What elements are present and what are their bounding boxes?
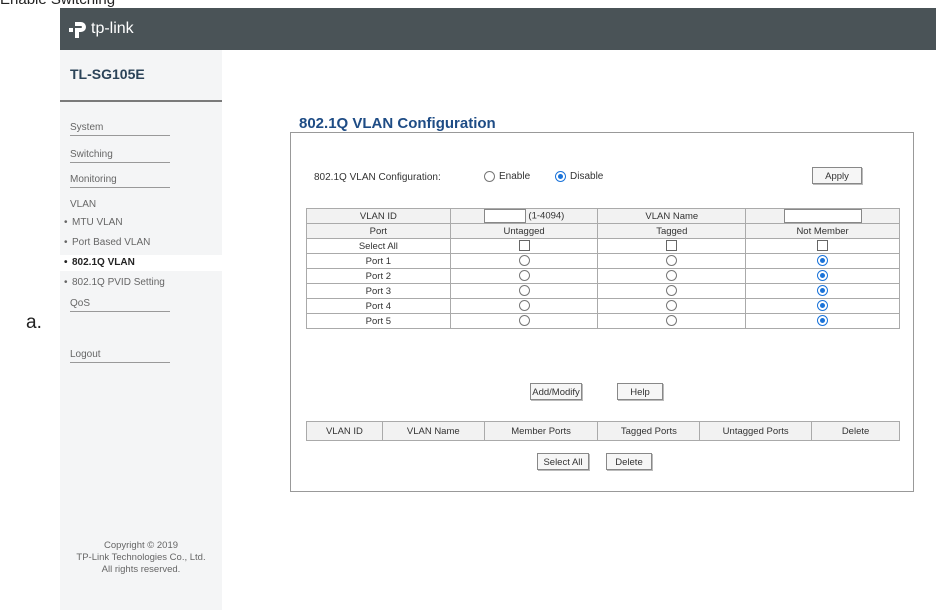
enable-radio[interactable] — [484, 171, 495, 182]
header-not-member: Not Member — [745, 223, 900, 239]
select-all-not-member-checkbox[interactable] — [817, 240, 829, 252]
menu-logout[interactable]: Logout — [70, 349, 170, 363]
copyright-line: All rights reserved. — [101, 564, 181, 575]
summary-header-member-ports: Member Ports — [483, 421, 599, 441]
vlan-port-table: VLAN ID (1-4094) VLAN Name Port Untagged… — [306, 208, 900, 329]
header-tagged: Tagged — [597, 223, 747, 239]
menu-qos[interactable]: QoS — [70, 298, 170, 312]
vlan-name-cell — [745, 208, 900, 224]
submenu-port-based-vlan[interactable]: • Port Based VLAN — [64, 237, 150, 248]
port-name: Port 2 — [306, 268, 451, 284]
submenu-802-1q-pvid-setting[interactable]: • 802.1Q PVID Setting — [64, 277, 165, 288]
vlan-summary-table: VLAN ID VLAN Name Member Ports Tagged Po… — [306, 421, 900, 441]
port5-not-member-radio[interactable] — [817, 315, 829, 327]
enable-label: Enable — [499, 171, 531, 182]
disable-option[interactable]: Disable — [555, 171, 603, 182]
help-button[interactable]: Help — [617, 383, 663, 400]
summary-header-vlan-id: VLAN ID — [306, 421, 383, 441]
menu-system[interactable]: System — [70, 122, 170, 136]
main-panel: 802.1Q VLAN Configuration 802.1Q VLAN Co… — [222, 50, 936, 610]
vlan-id-cell: (1-4094) — [449, 208, 599, 224]
port2-untagged-radio[interactable] — [518, 270, 530, 282]
port5-tagged-radio[interactable] — [666, 315, 678, 327]
summary-header-vlan-name: VLAN Name — [381, 421, 485, 441]
menu-monitoring[interactable]: Monitoring — [70, 174, 170, 188]
header-port: Port — [306, 223, 451, 239]
model-divider — [60, 100, 222, 102]
menu-switching[interactable]: Switching — [70, 149, 170, 163]
tp-link-logo-icon — [69, 22, 86, 38]
port-row: Port 5 — [306, 313, 900, 329]
submenu-802-1q-vlan[interactable]: • 802.1Q VLAN — [60, 255, 222, 271]
select-all-button[interactable]: Select All — [537, 453, 589, 470]
vlan-id-label: VLAN ID — [306, 208, 451, 224]
port-row: Port 2 — [306, 268, 900, 284]
summary-header-tagged-ports: Tagged Ports — [597, 421, 701, 441]
vlan-id-range: (1-4094) — [528, 210, 565, 222]
port-name: Port 4 — [306, 298, 451, 314]
port-header-row: Port Untagged Tagged Not Member — [306, 223, 900, 239]
submenu-mtu-vlan[interactable]: • MTU VLAN — [64, 217, 123, 228]
sidebar: TL-SG105E System Switching Monitoring VL… — [60, 50, 222, 610]
tp-link-logo: tp-link — [68, 19, 134, 39]
submenu-label: 802.1Q VLAN — [72, 257, 135, 268]
disable-radio[interactable] — [555, 171, 566, 182]
port3-not-member-radio[interactable] — [817, 285, 829, 297]
port4-tagged-radio[interactable] — [666, 300, 678, 312]
vlan-id-input[interactable] — [483, 209, 526, 223]
cropped-caption-text: Enable Switching — [0, 0, 300, 8]
port3-tagged-radio[interactable] — [666, 285, 678, 297]
port4-not-member-radio[interactable] — [817, 300, 829, 312]
vlan-name-label: VLAN Name — [597, 208, 747, 224]
submenu-label: MTU VLAN — [72, 217, 123, 228]
port5-untagged-radio[interactable] — [518, 315, 530, 327]
port1-not-member-radio[interactable] — [817, 255, 829, 267]
top-bar: tp-link — [60, 8, 936, 50]
port2-not-member-radio[interactable] — [817, 270, 829, 282]
menu-vlan[interactable]: VLAN — [70, 199, 96, 210]
figure-label: a. — [26, 312, 42, 333]
port-name: Port 3 — [306, 283, 451, 299]
router-web-ui: tp-link TL-SG105E System Switching Monit… — [60, 8, 936, 610]
submenu-label: 802.1Q PVID Setting — [72, 277, 165, 288]
port-row: Port 1 — [306, 253, 900, 269]
port2-tagged-radio[interactable] — [666, 270, 678, 282]
port4-untagged-radio[interactable] — [518, 300, 530, 312]
apply-button[interactable]: Apply — [812, 167, 862, 184]
copyright-line: Copyright © 2019 — [103, 540, 179, 551]
select-all-untagged-checkbox[interactable] — [518, 240, 530, 252]
summary-header-delete: Delete — [811, 421, 900, 441]
select-all-tagged-checkbox[interactable] — [666, 240, 678, 252]
select-all-label: Select All — [306, 238, 451, 254]
port-name: Port 1 — [306, 253, 451, 269]
add-modify-button[interactable]: Add/Modify — [530, 383, 582, 400]
delete-button[interactable]: Delete — [606, 453, 652, 470]
summary-header-row: VLAN ID VLAN Name Member Ports Tagged Po… — [306, 421, 900, 441]
config-label: 802.1Q VLAN Configuration: — [314, 172, 441, 183]
disable-label: Disable — [570, 171, 604, 182]
copyright-line: TP-Link Technologies Co., Ltd. — [76, 552, 206, 563]
enable-option[interactable]: Enable — [484, 171, 530, 182]
model-name: TL-SG105E — [70, 66, 145, 82]
section-title: 802.1Q VLAN Configuration — [296, 115, 499, 132]
port-row: Port 3 — [306, 283, 900, 299]
vlan-id-row: VLAN ID (1-4094) VLAN Name — [306, 208, 900, 224]
select-all-row: Select All — [306, 238, 900, 254]
port-name: Port 5 — [306, 313, 451, 329]
logo-text: tp-link — [91, 20, 134, 37]
port3-untagged-radio[interactable] — [518, 285, 530, 297]
summary-header-untagged-ports: Untagged Ports — [699, 421, 813, 441]
header-untagged: Untagged — [449, 223, 599, 239]
submenu-label: Port Based VLAN — [72, 237, 151, 248]
port1-untagged-radio[interactable] — [518, 255, 530, 267]
port1-tagged-radio[interactable] — [666, 255, 678, 267]
vlan-name-input[interactable] — [783, 209, 862, 223]
port-row: Port 4 — [306, 298, 900, 314]
copyright: Copyright © 2019 TP-Link Technologies Co… — [60, 540, 222, 576]
